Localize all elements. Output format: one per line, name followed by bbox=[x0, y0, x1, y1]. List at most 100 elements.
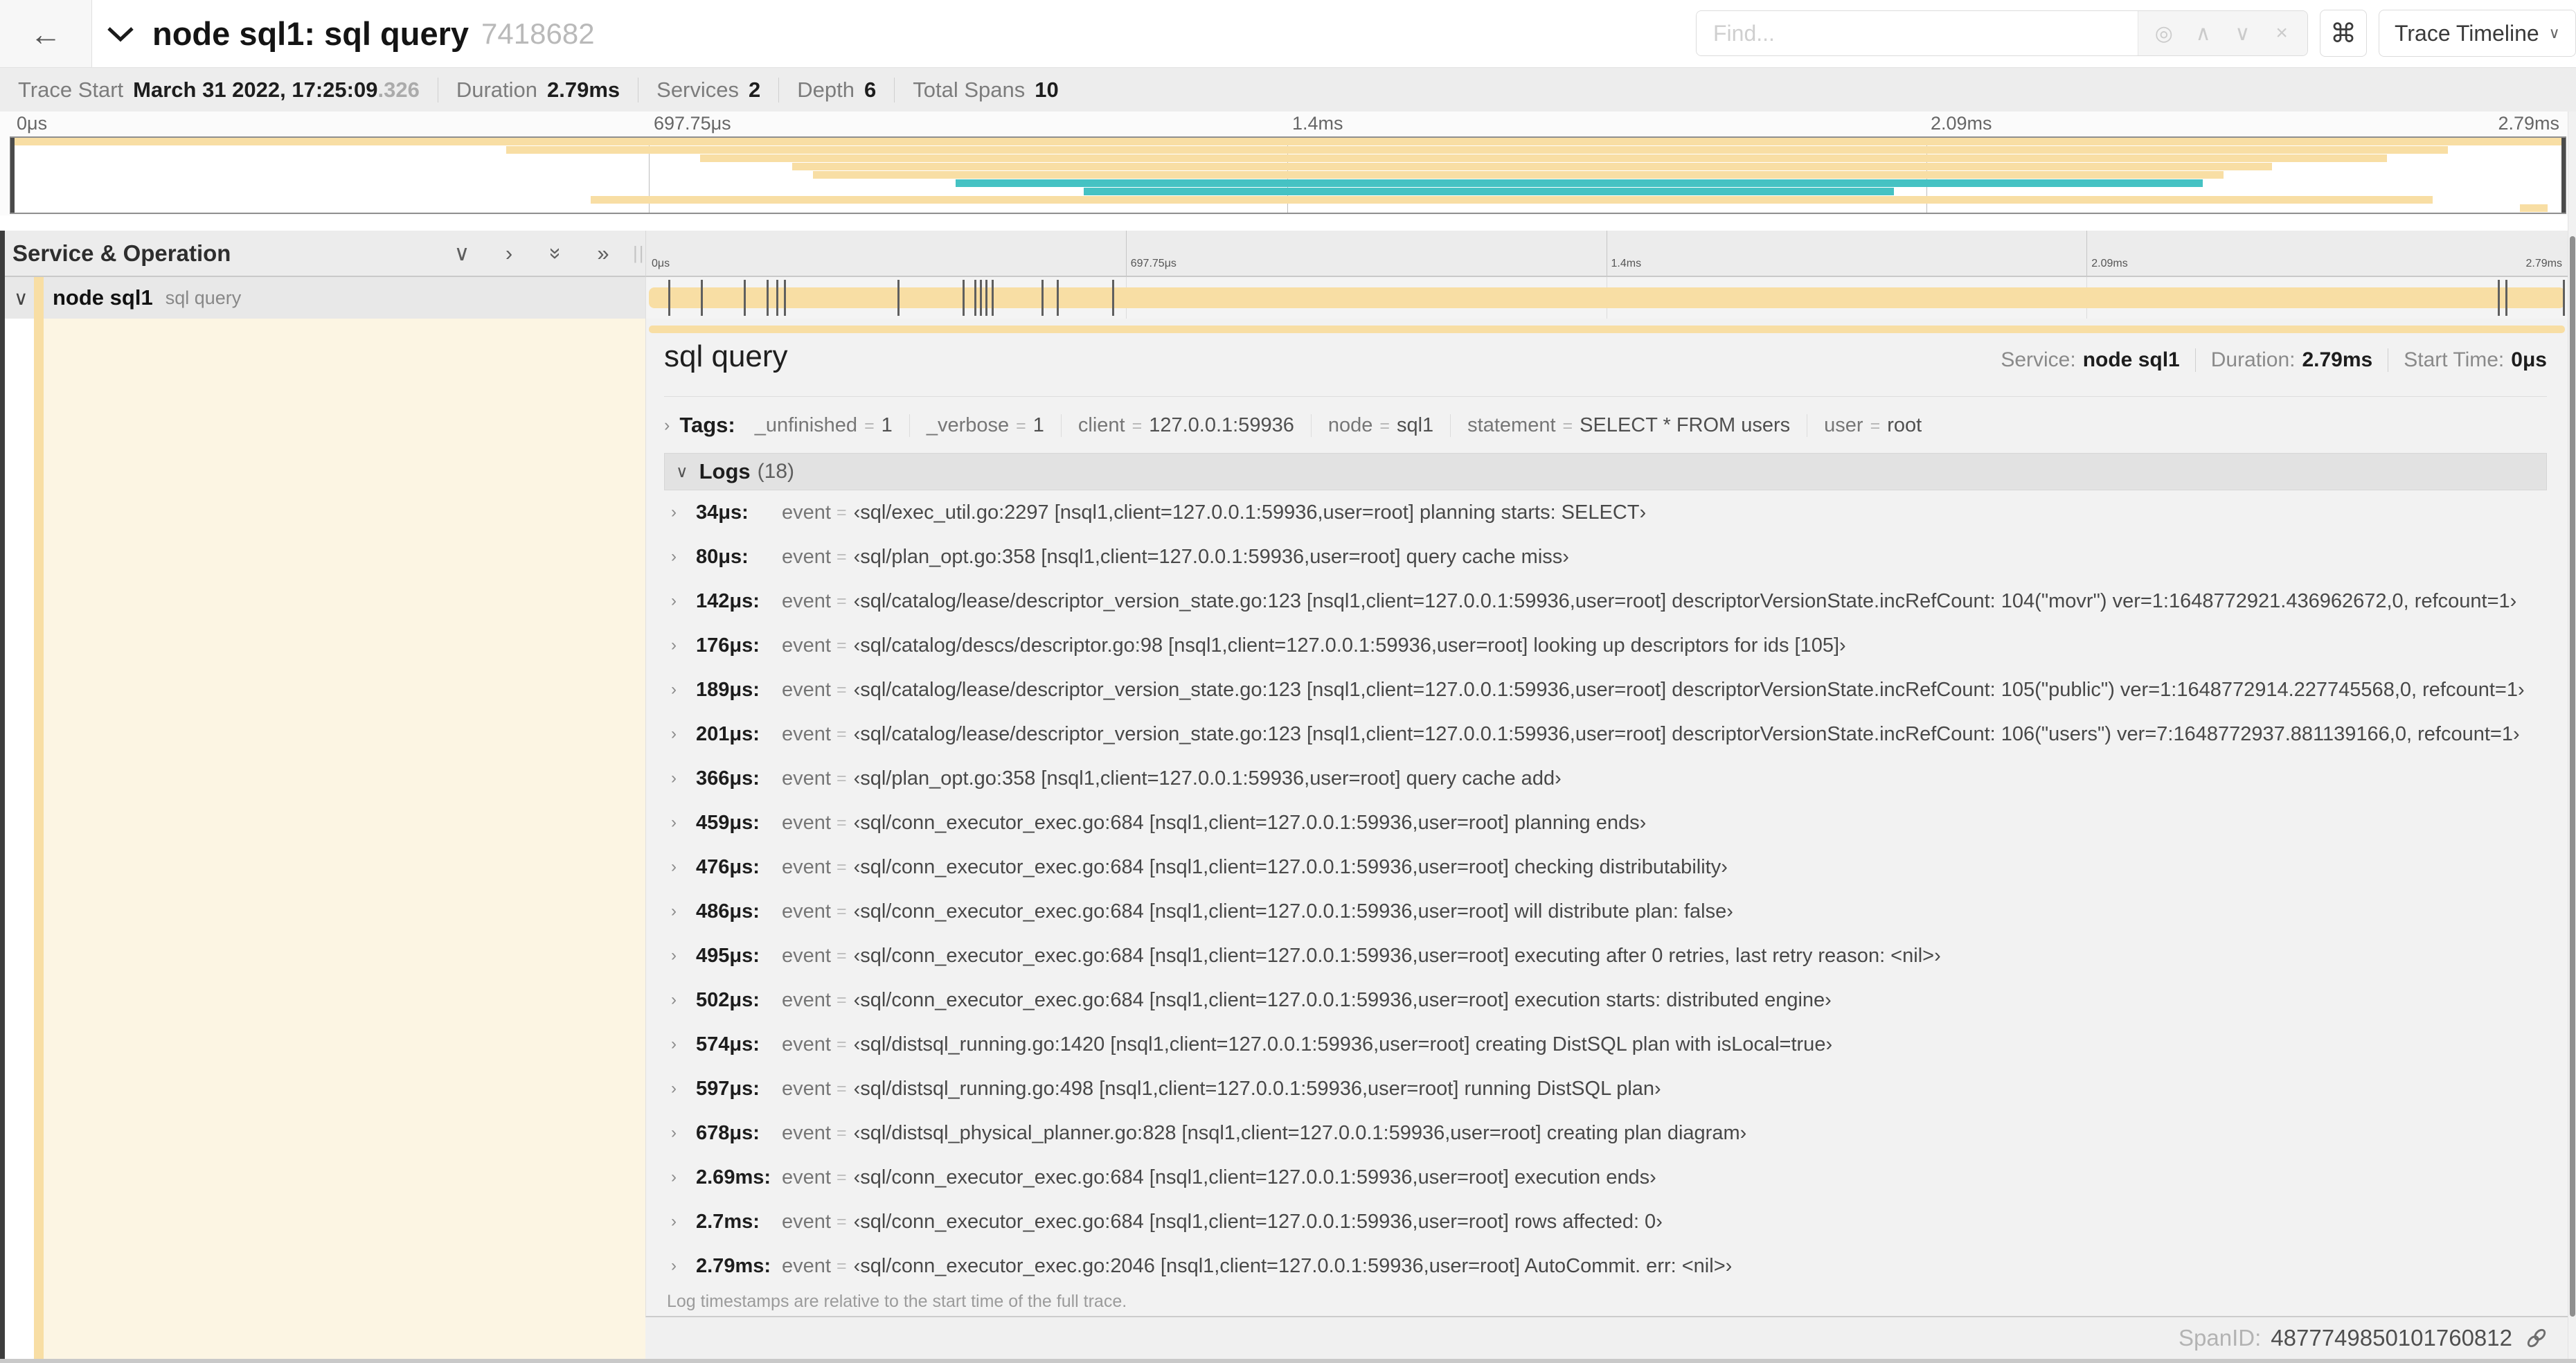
service-color-bar bbox=[34, 319, 44, 1359]
log-marker bbox=[974, 280, 976, 316]
link-icon[interactable] bbox=[2523, 1325, 2550, 1351]
log-timestamp: 486μs: bbox=[696, 900, 760, 923]
back-button[interactable]: ← bbox=[0, 0, 92, 67]
logs-footnote: Log timestamps are relative to the start… bbox=[667, 1291, 1127, 1311]
span-id-label: SpanID: bbox=[2179, 1325, 2262, 1351]
find-input[interactable] bbox=[1697, 11, 2138, 55]
log-entry[interactable]: › 34μs: event = ‹sql/exec_util.go:2297 [nsql… bbox=[664, 490, 2547, 535]
log-timestamp: 189μs: bbox=[696, 678, 760, 701]
service-name: node sql1 bbox=[53, 285, 153, 310]
log-marker bbox=[962, 280, 965, 316]
tick-label: 2.09ms bbox=[2091, 258, 2128, 269]
left-edge-scrollbar[interactable] bbox=[0, 231, 5, 1359]
log-entry[interactable]: › 2.79ms: event = ‹sql/conn_executor_exec.go… bbox=[664, 1244, 2547, 1288]
minimap-span bbox=[812, 171, 2224, 179]
log-entry[interactable]: › 459μs: event = ‹sql/conn_executor_exec.go:… bbox=[664, 801, 2547, 845]
summary-value: 10 bbox=[1035, 78, 1059, 102]
tag-key: _verbose bbox=[926, 413, 1010, 436]
chevron-right-icon: › bbox=[671, 1256, 677, 1275]
trace-title-group: node sql1: sql query 7418682 bbox=[105, 0, 595, 67]
summary-value: 2 bbox=[749, 78, 761, 102]
log-entry[interactable]: › 366μs: event = ‹sql/plan_opt.go:358 [nsql1… bbox=[664, 756, 2547, 801]
duration-label: Duration: bbox=[2210, 348, 2296, 371]
span-id-row: SpanID: 4877749850101760812 bbox=[645, 1317, 2568, 1359]
log-entry[interactable]: › 678μs: event = ‹sql/distsql_physical_plann… bbox=[664, 1111, 2547, 1155]
log-field-key: event bbox=[782, 501, 831, 524]
log-entry[interactable]: › 189μs: event = ‹sql/catalog/lease/descript… bbox=[664, 668, 2547, 712]
log-marker bbox=[991, 280, 994, 316]
log-field-key: event bbox=[782, 1166, 831, 1188]
scrollbar-thumb[interactable] bbox=[2570, 236, 2575, 1317]
logs-accordion-header[interactable]: ∨ Logs (18) bbox=[664, 453, 2547, 490]
log-field-value: ‹sql/catalog/lease/descriptor_version_st… bbox=[853, 589, 2517, 612]
log-entry[interactable]: › 2.69ms: event = ‹sql/conn_executor_exec.go… bbox=[664, 1155, 2547, 1200]
match-highlight-icon[interactable]: ◎ bbox=[2150, 21, 2178, 46]
span-bar[interactable] bbox=[649, 287, 2565, 308]
log-field-key: event bbox=[782, 1077, 831, 1100]
log-marker bbox=[2505, 280, 2508, 316]
log-field-key: event bbox=[782, 634, 831, 657]
log-field-key: event bbox=[782, 855, 831, 878]
minimap-canvas[interactable] bbox=[10, 136, 2566, 214]
collapse-children-icon[interactable]: ∨ bbox=[14, 287, 33, 310]
log-entry[interactable]: › 597μs: event = ‹sql/distsql_running.go:498… bbox=[664, 1067, 2547, 1111]
expand-one-icon[interactable]: ∨ bbox=[450, 241, 474, 266]
log-timestamp: 34μs: bbox=[696, 501, 749, 524]
clear-find-icon[interactable]: × bbox=[2268, 21, 2296, 45]
minimap-span bbox=[700, 154, 2387, 162]
chevron-right-icon: › bbox=[671, 1123, 677, 1142]
log-entry[interactable]: › 502μs: event = ‹sql/conn_executor_exec.go:… bbox=[664, 978, 2547, 1022]
log-field-key: event bbox=[782, 988, 831, 1011]
log-entry[interactable]: › 2.7ms: event = ‹sql/conn_executor_exec.go:… bbox=[664, 1200, 2547, 1244]
log-entry[interactable]: › 80μs: event = ‹sql/plan_opt.go:358 [nsql1,… bbox=[664, 535, 2547, 579]
logs-list: › 34μs: event = ‹sql/exec_util.go:2297 [nsql… bbox=[664, 490, 2547, 1288]
logs-label: Logs bbox=[699, 459, 751, 483]
log-entry[interactable]: › 476μs: event = ‹sql/conn_executor_exec.go:… bbox=[664, 845, 2547, 889]
equals-sign: = bbox=[1379, 416, 1390, 436]
summary-items: Trace Start March 31 2022, 17:25:09.326 Du… bbox=[10, 78, 1077, 103]
log-entry[interactable]: › 486μs: event = ‹sql/conn_executor_exec.go:… bbox=[664, 889, 2547, 934]
span-tree-gutter bbox=[0, 319, 645, 1359]
log-marker bbox=[1112, 280, 1115, 316]
equals-sign: = bbox=[836, 635, 847, 655]
summary-item: Duration 2.79ms bbox=[437, 78, 638, 103]
summary-item: Depth 6 bbox=[778, 78, 894, 103]
log-marker bbox=[985, 280, 988, 316]
summary-label: Total Spans bbox=[913, 78, 1026, 102]
log-field-value: ‹sql/conn_executor_exec.go:684 [nsql1,cl… bbox=[853, 988, 1832, 1011]
collapse-all-icon[interactable]: » bbox=[591, 241, 615, 266]
minimap-span bbox=[590, 196, 2433, 204]
tags-accordion[interactable]: › Tags: _unfinished = 1 _verbose = 1 client = 12… bbox=[664, 406, 2547, 445]
log-marker bbox=[979, 280, 982, 316]
log-entry[interactable]: › 176μs: event = ‹sql/catalog/descs/descript… bbox=[664, 623, 2547, 668]
log-entry[interactable]: › 201μs: event = ‹sql/catalog/lease/descript… bbox=[664, 712, 2547, 756]
tag-value: root bbox=[1887, 413, 1922, 436]
tag-key: statement bbox=[1467, 413, 1556, 436]
prev-match-icon[interactable]: ∧ bbox=[2190, 21, 2217, 46]
keyboard-shortcuts-button[interactable]: ⌘ bbox=[2320, 10, 2367, 57]
minimap-right-handle[interactable] bbox=[2561, 138, 2566, 213]
log-marker bbox=[743, 280, 746, 316]
back-arrow-icon: ← bbox=[30, 15, 62, 52]
log-timestamp: 366μs: bbox=[696, 767, 760, 790]
span-row-name-cell[interactable]: ∨ node sql1 sql query bbox=[0, 277, 645, 319]
collapse-one-icon[interactable]: › bbox=[497, 241, 521, 266]
next-match-icon[interactable]: ∨ bbox=[2228, 21, 2256, 46]
chevron-right-icon: › bbox=[671, 769, 677, 787]
log-entry[interactable]: › 495μs: event = ‹sql/conn_executor_exec.go:… bbox=[664, 934, 2547, 978]
log-marker bbox=[766, 280, 769, 316]
summary-value: 2.79ms bbox=[547, 78, 620, 102]
collapse-trace-icon[interactable] bbox=[105, 24, 136, 44]
log-field-value: ‹sql/conn_executor_exec.go:684 [nsql1,cl… bbox=[853, 944, 1941, 967]
column-resizer[interactable]: || bbox=[633, 231, 645, 276]
log-timestamp: 201μs: bbox=[696, 722, 760, 745]
log-entry[interactable]: › 574μs: event = ‹sql/distsql_running.go:142… bbox=[664, 1022, 2547, 1067]
equals-sign: = bbox=[836, 1256, 847, 1276]
trace-view-selector[interactable]: Trace Timeline ∨ bbox=[2379, 10, 2576, 57]
log-entry[interactable]: › 142μs: event = ‹sql/catalog/lease/descript… bbox=[664, 579, 2547, 623]
expand-all-icon[interactable]: » bbox=[544, 242, 569, 265]
find-controls: ◎ ∧ ∨ × bbox=[2138, 11, 2307, 55]
equals-sign: = bbox=[836, 1123, 847, 1143]
tag: node = sql1 bbox=[1310, 413, 1450, 437]
minimap-left-handle[interactable] bbox=[10, 138, 15, 213]
